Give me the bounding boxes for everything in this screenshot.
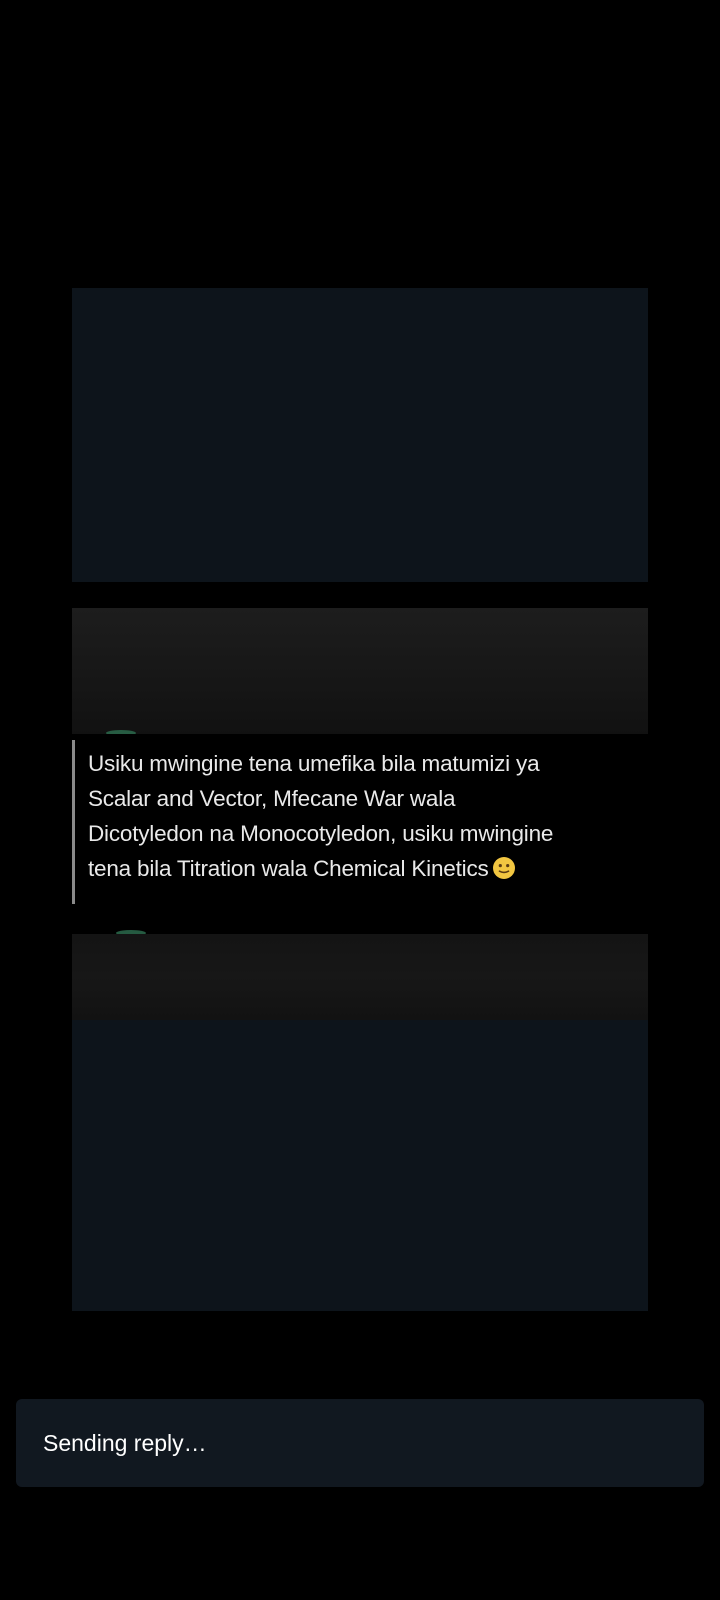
quote-bar [72,740,75,904]
image-divider [72,582,648,608]
quoted-tweet-text: Usiku mwingine tena umefika bila matumiz… [88,746,638,886]
image-lower-shadow [72,934,648,1020]
image-bottom-panel [72,1020,648,1311]
snackbar-message: Sending reply… [43,1430,207,1456]
image-top-panel [72,288,648,582]
slightly-smiling-face-emoji-icon [492,857,515,879]
quoted-tweet-body: Usiku mwingine tena umefika bila matumiz… [88,751,554,881]
image-upper-shadow [72,608,648,736]
quoted-tweet: Usiku mwingine tena umefika bila matumiz… [72,734,648,934]
sending-reply-snackbar: Sending reply… [16,1399,704,1487]
status-image[interactable]: Usiku mwingine tena umefika bila matumiz… [72,288,648,1311]
